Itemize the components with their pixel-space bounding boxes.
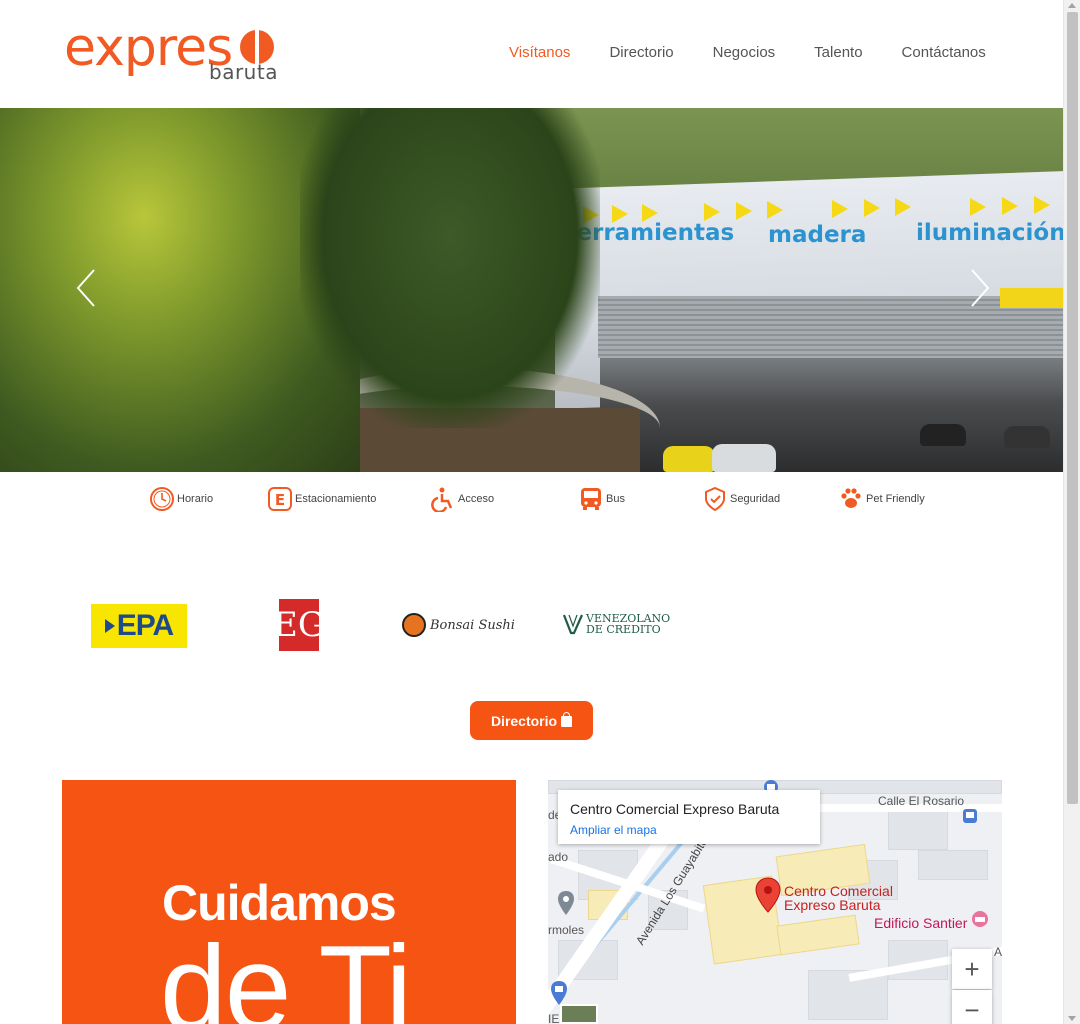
- map-place-line1: Centro Comercial: [784, 883, 893, 899]
- amenity-label: Pet Friendly: [866, 493, 925, 505]
- amenity-acceso[interactable]: Acceso: [430, 486, 494, 512]
- sign-arrow-icon: [895, 198, 911, 216]
- nav-directorio[interactable]: Directorio: [609, 44, 673, 61]
- hero-sign-text: iluminación: [916, 220, 1063, 246]
- brand-logos: EPA EG Bonsai Sushi VENEZOLANO DE CREDIT…: [0, 595, 1063, 655]
- directorio-button-label: Directorio: [490, 712, 558, 729]
- sign-arrow-icon: [970, 198, 986, 216]
- scroll-down-icon[interactable]: [1068, 1016, 1076, 1021]
- zoom-out-button[interactable]: −: [952, 990, 992, 1024]
- hero-car: [920, 424, 966, 446]
- hero-carousel: herramientas madera iluminación: [0, 108, 1063, 472]
- hero-yellow-band: [1000, 288, 1063, 308]
- sign-arrow-icon: [864, 199, 880, 217]
- promo-line2: de Ti: [160, 921, 412, 1024]
- sign-arrow-icon: [1034, 196, 1050, 214]
- hero-car: [1004, 426, 1050, 448]
- sign-arrow-icon: [704, 203, 720, 221]
- map-fragment-label: rmoles: [548, 923, 585, 937]
- map-pin-icon[interactable]: [755, 877, 781, 913]
- scrollbar-thumb[interactable]: [1067, 12, 1078, 804]
- paw-icon: [841, 488, 861, 508]
- map-place-label[interactable]: Centro Comercial Expreso Baruta: [784, 884, 893, 912]
- hero-car: [663, 446, 715, 472]
- amenity-label: Horario: [177, 493, 214, 505]
- map-street-label: Calle El Rosario: [878, 794, 965, 808]
- carousel-next-icon[interactable]: [968, 268, 992, 308]
- shopping-pin-icon[interactable]: [550, 980, 568, 1006]
- parking-icon: E: [268, 487, 292, 511]
- logo-wordmark: expres: [64, 18, 233, 78]
- zoom-in-button[interactable]: +: [952, 949, 992, 989]
- svg-text:E: E: [275, 491, 285, 509]
- map-info-title: Centro Comercial Expreso Baruta: [570, 801, 780, 817]
- sign-arrow-icon: [832, 200, 848, 218]
- page-scrollbar[interactable]: [1063, 0, 1080, 1024]
- bonsai-logo-text: Bonsai Sushi: [430, 617, 515, 633]
- sign-arrow-icon: [767, 201, 783, 219]
- amenity-label: Acceso: [458, 493, 495, 505]
- logo-o-mark: [240, 30, 274, 64]
- bonsai-tree-icon: [402, 613, 426, 637]
- nav-negocios[interactable]: Negocios: [713, 44, 776, 61]
- amenity-label: Bus: [606, 493, 625, 505]
- amenity-pet-friendly[interactable]: Pet Friendly: [838, 486, 925, 512]
- main-nav: Visítanos Directorio Negocios Talento Co…: [509, 44, 1025, 61]
- venezolano-v-icon: [563, 614, 583, 635]
- embedded-map[interactable]: Calle El Rosario Avenida Los Guayabitos …: [548, 780, 1002, 1024]
- sign-arrow-icon: [1002, 197, 1018, 215]
- carousel-prev-icon[interactable]: [74, 268, 98, 308]
- venezolano-line2: DE CREDITO: [586, 623, 661, 636]
- nav-contactanos[interactable]: Contáctanos: [902, 44, 986, 61]
- eg-logo-text: EG: [273, 605, 325, 645]
- map-fragment-label: ado: [548, 850, 569, 864]
- amenity-label: Seguridad: [730, 493, 781, 505]
- logo[interactable]: expres baruta: [64, 18, 277, 88]
- site-header: expres baruta Visítanos Directorio Negoc…: [0, 0, 1063, 108]
- clock-icon: [150, 487, 174, 511]
- bonsai-sushi-logo[interactable]: Bonsai Sushi: [402, 613, 515, 637]
- map-fragment-label: A: [994, 945, 1002, 959]
- sign-arrow-icon: [736, 202, 752, 220]
- epa-logo-text: EPA: [116, 609, 174, 642]
- amenity-estacionamiento[interactable]: E Estacionamiento: [267, 486, 376, 512]
- hero-tree: [300, 108, 600, 428]
- map-place2-label[interactable]: Edificio Santier: [874, 915, 967, 931]
- amenity-seguridad[interactable]: Seguridad: [702, 486, 780, 512]
- eg-logo[interactable]: EG: [273, 599, 325, 651]
- gray-pin-icon[interactable]: [557, 890, 575, 916]
- bus-icon: [581, 488, 601, 510]
- promo-banner: Cuidamos de Ti: [62, 780, 516, 1024]
- hotel-pin-icon[interactable]: [970, 910, 990, 930]
- logo-subtitle: baruta: [209, 60, 278, 84]
- nav-talento[interactable]: Talento: [814, 44, 862, 61]
- amenity-horario[interactable]: Horario: [149, 486, 213, 512]
- nav-visitanos[interactable]: Visítanos: [509, 44, 570, 61]
- shield-icon: [705, 486, 725, 512]
- scroll-up-icon[interactable]: [1068, 3, 1076, 8]
- venezolano-de-credito-logo[interactable]: VENEZOLANO DE CREDITO: [563, 613, 670, 635]
- amenities-bar: Horario E Estacionamiento Acceso Bus Seg…: [0, 486, 1063, 516]
- hero-car: [712, 444, 776, 472]
- amenity-bus[interactable]: Bus: [578, 486, 625, 512]
- amenity-label: Estacionamiento: [295, 493, 377, 505]
- hero-sign-text: madera: [768, 222, 867, 248]
- hero-shutters: [598, 296, 1063, 358]
- shopping-bag-icon: [561, 712, 573, 727]
- wheelchair-icon: [431, 487, 453, 512]
- play-icon: [104, 619, 115, 633]
- bus-stop-icon[interactable]: [962, 808, 978, 824]
- satellite-toggle[interactable]: [560, 1004, 598, 1024]
- map-fragment-label: IE: [548, 1012, 560, 1024]
- directorio-button[interactable]: Directorio: [470, 701, 593, 740]
- map-info-card: Centro Comercial Expreso Baruta Ampliar …: [558, 790, 820, 844]
- ampliar-mapa-link[interactable]: Ampliar el mapa: [570, 823, 657, 837]
- map-place-line2: Expreso Baruta: [784, 897, 881, 913]
- epa-logo[interactable]: EPA: [91, 604, 187, 648]
